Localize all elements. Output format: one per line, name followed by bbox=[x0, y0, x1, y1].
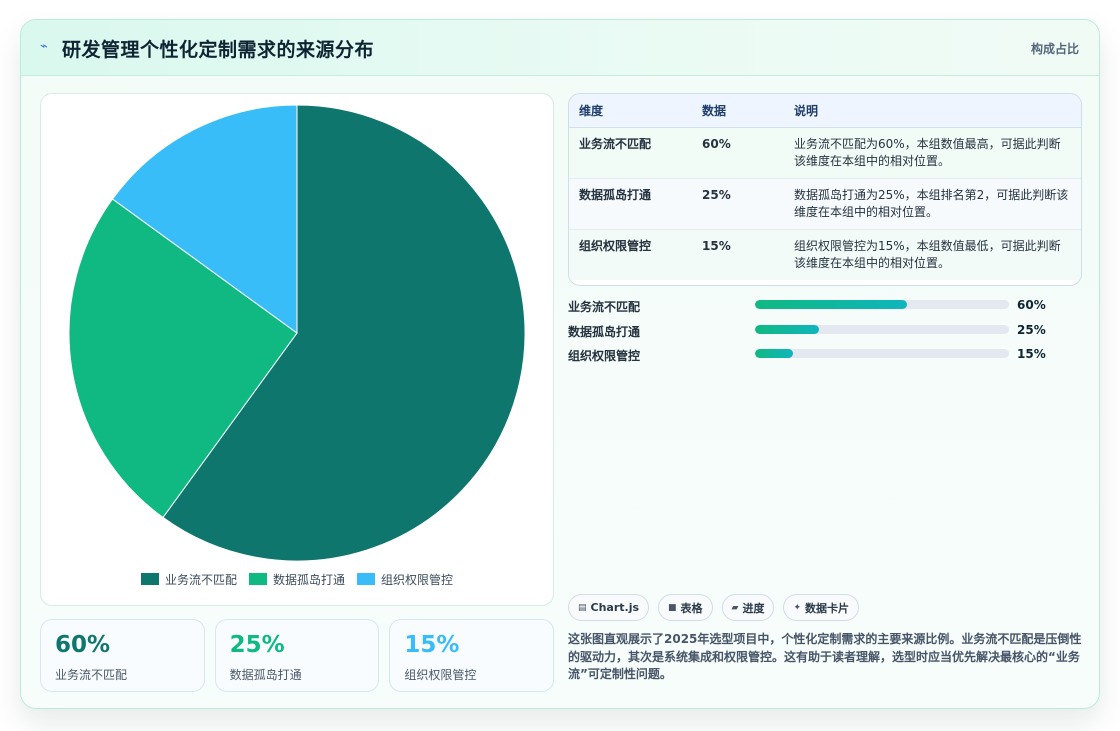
progress-row: 组织权限管控 15% bbox=[568, 345, 1082, 370]
stat-value: 15% bbox=[404, 632, 460, 658]
table-cell-value: 15% bbox=[702, 238, 731, 253]
column-header: 数据 bbox=[692, 94, 784, 128]
tag-table[interactable]: ■ 表格 bbox=[658, 594, 713, 621]
stat-card: 60% 业务流不匹配 bbox=[40, 619, 205, 692]
table-cell-dimension: 数据孤岛打通 bbox=[569, 178, 692, 230]
legend-swatch bbox=[357, 573, 375, 585]
table-header-row: 维度 数据 说明 bbox=[569, 94, 1081, 128]
chart-icon: ▤ bbox=[578, 602, 587, 613]
progress-track bbox=[755, 324, 1009, 334]
progress-row: 数据孤岛打通 25% bbox=[568, 321, 1082, 346]
progress-value: 60% bbox=[1017, 298, 1046, 312]
chart-card: ⌁ 研发管理个性化定制需求的来源分布 构成占比 业务流不匹配 数据孤岛打通 组织… bbox=[20, 19, 1100, 709]
legend-label: 组织权限管控 bbox=[381, 572, 454, 587]
table-cell-description: 组织权限管控为15%，本组数值最低，可据此判断该维度在本组中的相对位置。 bbox=[794, 238, 1061, 270]
tag-progress[interactable]: ▰ 进度 bbox=[721, 594, 775, 621]
card-icon: ✦ bbox=[793, 602, 802, 613]
table-row: 业务流不匹配 60% 业务流不匹配为60%，本组数值最高，可据此判断该维度在本组… bbox=[569, 127, 1081, 179]
progress-track bbox=[755, 349, 1009, 358]
pie-chart-panel: 业务流不匹配 数据孤岛打通 组织权限管控 bbox=[40, 93, 554, 606]
progress-fill bbox=[755, 349, 794, 358]
progress-row: 业务流不匹配 60% bbox=[568, 296, 1082, 321]
progress-fill bbox=[755, 324, 819, 334]
card-subtitle: 构成占比 bbox=[1030, 42, 1079, 56]
lightning-icon: ⌁ bbox=[40, 39, 48, 54]
progress-list: 业务流不匹配 60% 数据孤岛打通 25% 组织权限管控 15% bbox=[568, 296, 1082, 370]
legend-item[interactable]: 组织权限管控 bbox=[357, 569, 453, 589]
table-row: 组织权限管控 15% 组织权限管控为15%，本组数值最低，可据此判断该维度在本组… bbox=[569, 229, 1081, 280]
stat-label: 数据孤岛打通 bbox=[229, 668, 302, 682]
legend-label: 数据孤岛打通 bbox=[272, 572, 345, 587]
legend-item[interactable]: 数据孤岛打通 bbox=[248, 569, 345, 589]
table-cell-description: 数据孤岛打通为25%，本组排名第2，可据此判断该维度在本组中的相对位置。 bbox=[784, 178, 1081, 230]
stat-label: 组织权限管控 bbox=[404, 668, 477, 682]
table-cell-dimension: 业务流不匹配 bbox=[569, 127, 692, 179]
legend-label: 业务流不匹配 bbox=[164, 572, 237, 587]
column-header: 维度 bbox=[569, 94, 692, 128]
tag-data-card[interactable]: ✦ 数据卡片 bbox=[783, 594, 860, 621]
stat-cards: 60% 业务流不匹配 25% 数据孤岛打通 15% 组织权限管控 bbox=[40, 619, 555, 692]
card-title: 研发管理个性化定制需求的来源分布 bbox=[62, 39, 375, 61]
progress-label: 数据孤岛打通 bbox=[568, 324, 641, 339]
tag-label: 进度 bbox=[742, 601, 765, 615]
tag-label: 数据卡片 bbox=[805, 601, 850, 615]
table-cell-value: 25% bbox=[692, 178, 784, 230]
legend-swatch bbox=[140, 573, 159, 585]
table-cell-description: 业务流不匹配为60%，本组数值最高，可据此判断该维度在本组中的相对位置。 bbox=[784, 127, 1081, 179]
tag-label: 表格 bbox=[680, 601, 703, 615]
stat-card: 25% 数据孤岛打通 bbox=[214, 619, 380, 692]
progress-label: 业务流不匹配 bbox=[568, 300, 641, 314]
table-cell-value: 60% bbox=[692, 127, 784, 179]
legend-item[interactable]: 业务流不匹配 bbox=[140, 569, 237, 589]
tag-label: Chart.js bbox=[590, 601, 640, 614]
progress-value: 25% bbox=[1017, 322, 1046, 337]
tag-list: ▤ Chart.js ■ 表格 ▰ 进度 ✦ 数据卡片 bbox=[568, 594, 860, 621]
data-table-panel: 维度 数据 说明 业务流不匹配 60% 业务流不匹配为60%，本组数值最高，可据… bbox=[568, 93, 1082, 286]
pie-chart bbox=[68, 104, 526, 562]
table-cell-dimension: 组织权限管控 bbox=[579, 238, 652, 253]
chart-description: 这张图直观展示了2025年选型项目中，个性化定制需求的主要来源比例。业务流不匹配… bbox=[568, 632, 1082, 681]
column-header: 说明 bbox=[784, 94, 1081, 128]
progress-track bbox=[755, 300, 1009, 309]
chart-legend: 业务流不匹配 数据孤岛打通 组织权限管控 bbox=[41, 569, 553, 589]
legend-swatch bbox=[248, 573, 267, 585]
progress-label: 组织权限管控 bbox=[568, 349, 641, 363]
progress-fill bbox=[755, 300, 908, 309]
stat-label: 业务流不匹配 bbox=[55, 668, 128, 682]
table-row: 数据孤岛打通 25% 数据孤岛打通为25%，本组排名第2，可据此判断该维度在本组… bbox=[569, 178, 1081, 230]
stat-value: 60% bbox=[55, 632, 111, 658]
progress-value: 15% bbox=[1017, 347, 1046, 361]
progress-icon: ▰ bbox=[731, 602, 739, 613]
tag-chartjs[interactable]: ▤ Chart.js bbox=[568, 594, 650, 621]
data-table: 维度 数据 说明 业务流不匹配 60% 业务流不匹配为60%，本组数值最高，可据… bbox=[569, 94, 1081, 280]
stat-card: 15% 组织权限管控 bbox=[389, 619, 555, 692]
stat-value: 25% bbox=[229, 632, 285, 658]
table-icon: ■ bbox=[668, 602, 677, 613]
card-header: ⌁ 研发管理个性化定制需求的来源分布 构成占比 bbox=[21, 20, 1099, 76]
